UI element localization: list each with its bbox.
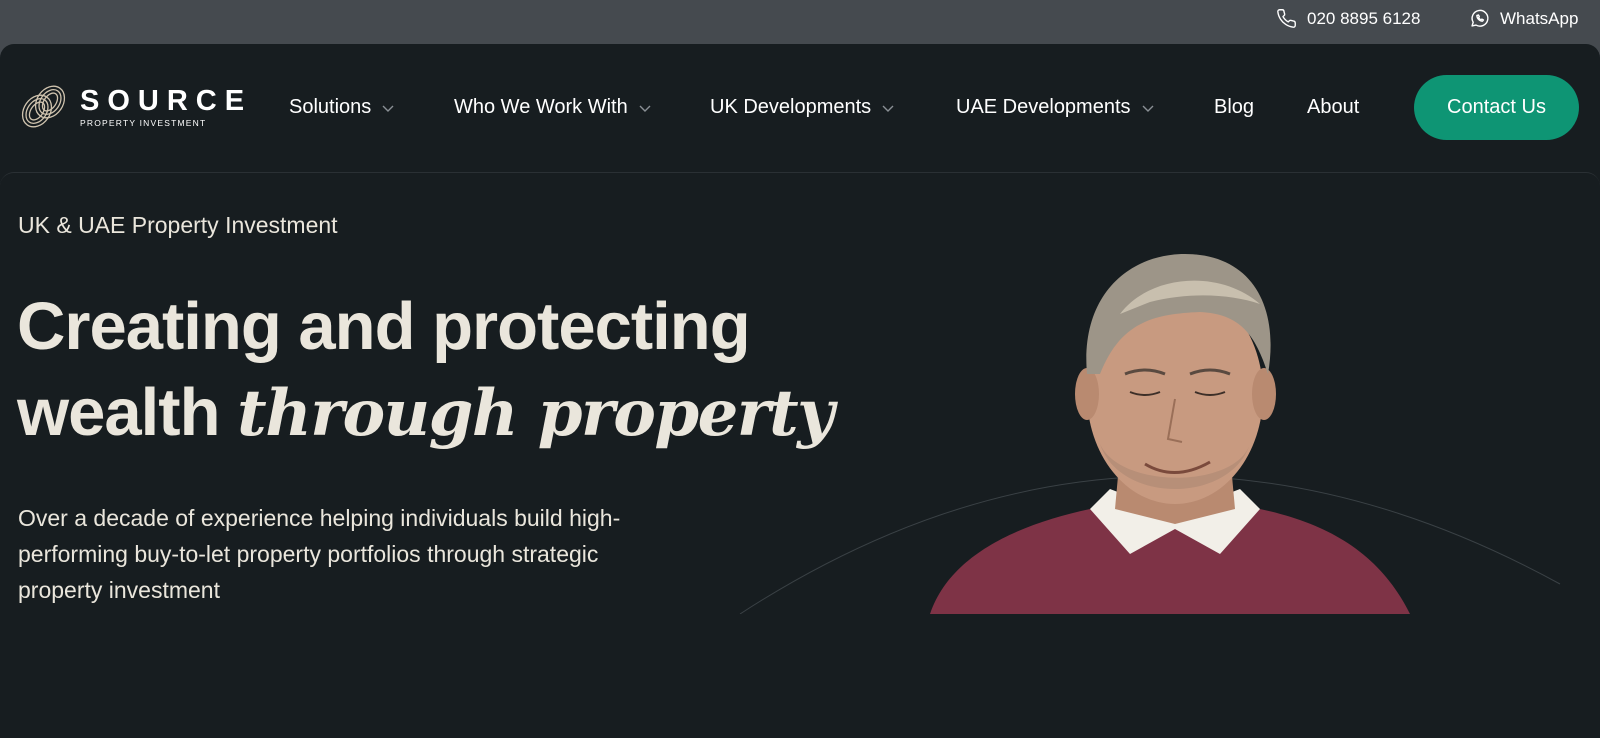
chevron-down-icon <box>639 105 651 112</box>
nav-who-we-work-with[interactable]: Who We Work With <box>454 96 652 119</box>
logo-tagline: PROPERTY INVESTMENT <box>80 117 207 128</box>
chevron-down-icon <box>1142 105 1154 112</box>
whatsapp-link[interactable]: WhatsApp <box>1469 8 1578 29</box>
whatsapp-icon <box>1471 9 1489 27</box>
nav-uae-developments[interactable]: UAE Developments <box>956 96 1155 119</box>
site-header: SOURCE PROPERTY INVESTMENT Solutions Who… <box>0 44 1600 172</box>
logo[interactable]: SOURCE PROPERTY INVESTMENT <box>17 80 252 133</box>
headline-line-1: Creating and protecting <box>17 289 751 364</box>
phone-icon <box>1277 9 1296 28</box>
hero-lead-text: Over a decade of experience helping indi… <box>18 505 621 603</box>
hero-eyebrow: UK & UAE Property Investment <box>18 212 338 238</box>
nav-label: About <box>1307 96 1360 118</box>
phone-number: 020 8895 6128 <box>1307 8 1421 28</box>
logo-mark-icon <box>21 85 66 128</box>
headline-line-2-plain: wealth <box>17 375 220 450</box>
contact-us-button[interactable]: Contact Us <box>1414 75 1579 140</box>
nav-label: Who We Work With <box>454 96 628 118</box>
main-panel: SOURCE PROPERTY INVESTMENT Solutions Who… <box>0 44 1600 738</box>
phone-link[interactable]: 020 8895 6128 <box>1276 8 1420 29</box>
whatsapp-label: WhatsApp <box>1500 8 1579 28</box>
nav-label: Blog <box>1214 96 1255 118</box>
nav-label: UAE Developments <box>956 96 1131 118</box>
hero-portrait-image <box>739 254 1561 614</box>
chevron-down-icon <box>882 105 894 112</box>
nav-label: Solutions <box>289 96 372 118</box>
logo-wordmark: SOURCE <box>80 84 253 117</box>
nav-label: UK Developments <box>710 96 872 118</box>
nav-blog[interactable]: Blog <box>1214 96 1254 119</box>
nav-about[interactable]: About <box>1307 96 1359 119</box>
hero-headline: Creating and protecting wealth through p… <box>17 284 834 457</box>
nav-uk-developments[interactable]: UK Developments <box>710 96 895 119</box>
chevron-down-icon <box>382 105 394 112</box>
nav-solutions[interactable]: Solutions <box>289 96 395 119</box>
utility-bar: 020 8895 6128 WhatsApp <box>0 0 1600 44</box>
